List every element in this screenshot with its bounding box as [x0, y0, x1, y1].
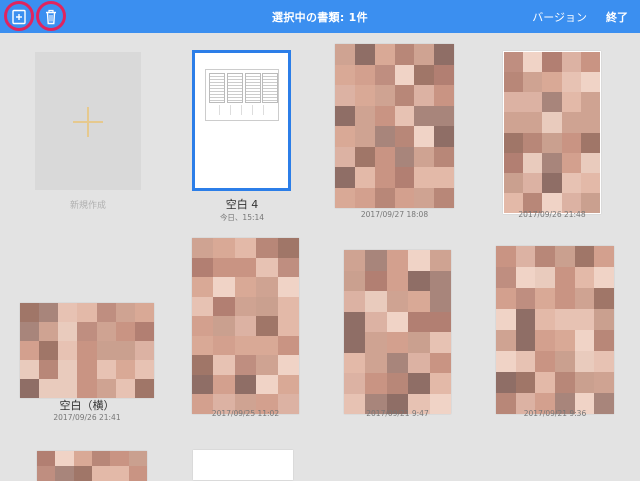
new-document-tile[interactable] — [35, 52, 141, 190]
blurred-preview — [192, 238, 299, 414]
document-thumbnail[interactable] — [192, 238, 299, 414]
document-date: 2017/09/26 21:41 — [53, 413, 121, 422]
page-preview — [205, 69, 279, 121]
document-thumbnail[interactable] — [344, 250, 451, 414]
document-name: 空白（横） — [59, 399, 115, 412]
document-caption: 2017/09/25 11:02 — [192, 409, 299, 418]
blurred-preview — [37, 451, 147, 481]
document-caption: 空白 4 今日、15:14 — [182, 196, 302, 223]
document-caption: 2017/09/27 18:08 — [335, 210, 454, 219]
document-caption: 2017/09/21 9:36 — [496, 409, 614, 418]
document-thumbnail[interactable] — [20, 303, 154, 398]
top-toolbar: 選択中の書類: 1件 バージョン 終了 — [0, 0, 640, 33]
blurred-preview — [20, 303, 154, 398]
blurred-preview — [335, 44, 454, 208]
new-document-label: 新規作成 — [69, 201, 106, 211]
document-date: 2017/09/27 18:08 — [360, 210, 429, 219]
document-thumbnail[interactable] — [335, 44, 454, 208]
document-date: 2017/09/21 9:47 — [366, 409, 429, 418]
document-thumbnail[interactable] — [193, 450, 293, 480]
document-caption: 2017/09/21 9:47 — [344, 409, 451, 418]
document-thumbnail[interactable] — [503, 51, 601, 214]
document-caption: 2017/09/26 21:48 — [500, 210, 604, 219]
document-thumbnail-selected[interactable] — [192, 50, 291, 191]
document-date: 2017/09/26 21:48 — [518, 210, 586, 219]
document-name: 空白 4 — [225, 198, 259, 211]
plus-icon — [87, 107, 89, 137]
blurred-preview — [344, 250, 451, 414]
document-date: 2017/09/21 9:36 — [523, 409, 587, 418]
document-caption: 空白（横） 2017/09/26 21:41 — [20, 397, 154, 422]
document-date: 2017/09/25 11:02 — [211, 409, 280, 418]
document-date: 今日、15:14 — [219, 213, 265, 222]
version-button[interactable]: バージョン — [532, 9, 587, 25]
document-thumbnail[interactable] — [496, 246, 614, 414]
blurred-preview — [496, 246, 614, 414]
document-thumbnail[interactable] — [37, 451, 147, 481]
done-button[interactable]: 終了 — [606, 9, 628, 25]
blurred-preview — [504, 52, 600, 213]
